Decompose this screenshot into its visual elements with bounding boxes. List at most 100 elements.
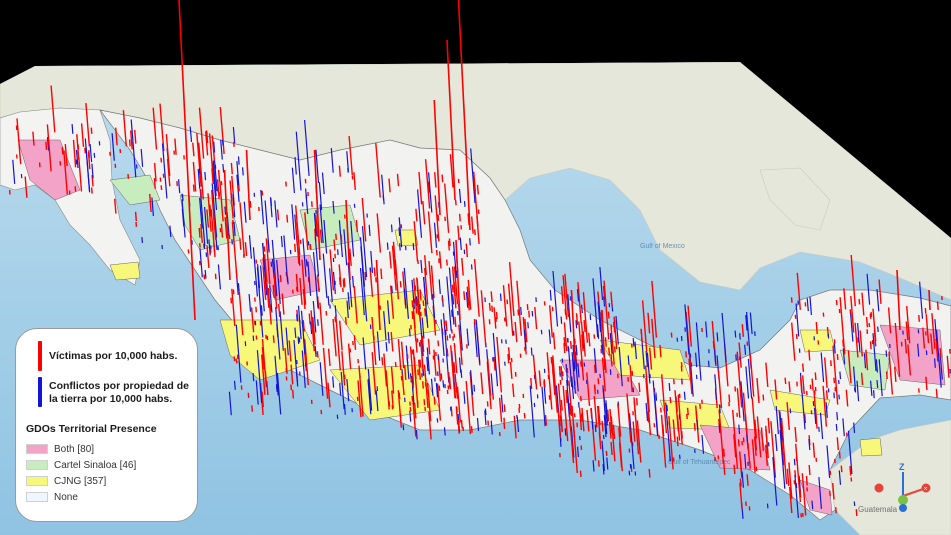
none-swatch <box>26 492 48 502</box>
victims-spike <box>669 397 672 404</box>
victims-spike <box>465 243 468 258</box>
conflict-spike <box>577 446 579 458</box>
conflict-spike <box>836 412 839 421</box>
conflict-spike <box>233 380 236 390</box>
victims-spike <box>503 404 506 412</box>
victims-spike <box>463 291 466 301</box>
conflict-spike <box>252 373 255 382</box>
conflict-spike <box>564 428 567 436</box>
victims-spike <box>762 394 765 401</box>
victims-spike <box>45 141 48 150</box>
victims-spike <box>811 378 814 391</box>
conflict-spike <box>877 326 879 333</box>
conflict-spike <box>853 422 856 433</box>
victims-spike <box>423 399 426 406</box>
victims-spike <box>528 310 530 318</box>
region-cjng <box>859 437 883 457</box>
victims-spike <box>272 284 275 299</box>
victims-spike <box>860 372 864 386</box>
victims-spike <box>422 300 425 307</box>
victims-spike <box>198 227 201 238</box>
legend-item-none: None <box>26 490 78 504</box>
conflict-spike <box>744 344 747 355</box>
victims-spike <box>580 361 582 367</box>
victims-spike <box>676 436 679 447</box>
victims-spike <box>200 231 203 243</box>
victims-spike <box>550 356 553 364</box>
victims-spike <box>355 220 358 233</box>
victims-spike <box>746 474 749 486</box>
victims-spike <box>448 238 451 247</box>
victims-spike <box>563 337 566 347</box>
victims-spike <box>419 289 422 301</box>
conflict-spike <box>696 419 699 430</box>
victims-spike <box>276 209 280 221</box>
z-axis-handle-icon[interactable] <box>899 504 907 512</box>
victims-spike <box>604 337 607 347</box>
victims-spike <box>272 335 275 343</box>
conflict-spike <box>739 333 741 340</box>
conflict-spike <box>198 168 201 175</box>
victims-spike <box>565 389 568 404</box>
victims-spike <box>808 464 811 475</box>
gdo-legend-title: GDOs Territorial Presence <box>26 423 157 435</box>
victims-spike <box>437 340 440 347</box>
victims-spike <box>419 359 422 367</box>
legend-item-sinaloa: Cartel Sinaloa [46] <box>26 458 136 472</box>
victims-spike <box>381 357 384 366</box>
victims-spike <box>802 363 805 372</box>
conflict-spike <box>835 423 838 431</box>
conflict-spike <box>141 237 143 243</box>
conflict-spike <box>573 361 575 372</box>
gulf-of-tehuantepec-label: Gulf of Tehuantepec <box>668 459 731 466</box>
victims-spike <box>364 271 367 281</box>
victims-spike <box>543 379 546 388</box>
victims-spike <box>607 409 610 422</box>
victims-spike <box>344 317 347 325</box>
victims-spike <box>814 372 817 381</box>
victims-spike <box>454 199 457 206</box>
victims-spike <box>490 291 493 303</box>
conflict-spike <box>415 429 418 440</box>
victims-spike <box>613 346 616 353</box>
conflict-label-line1: Conflictos por propiedad de <box>49 380 190 392</box>
conflict-spike <box>734 330 737 338</box>
victims-spike <box>836 354 839 360</box>
victims-spike <box>308 313 311 325</box>
y-axis-handle-icon[interactable] <box>898 495 908 505</box>
victims-spike <box>460 419 463 429</box>
victims-spike <box>249 200 252 208</box>
conflict-spike <box>603 296 606 307</box>
victims-spike <box>90 127 93 134</box>
conflict-spike <box>463 201 466 207</box>
both-swatch <box>26 444 48 454</box>
victims-spike <box>869 341 872 350</box>
victims-spike <box>788 381 791 393</box>
victims-spike <box>858 298 861 305</box>
victims-spike <box>474 229 476 236</box>
victims-spike <box>399 281 402 288</box>
navigation-axes-widget[interactable]: Z × <box>864 458 944 518</box>
victims-spike <box>601 420 604 432</box>
victims-spike <box>686 407 689 416</box>
victims-spike <box>575 313 579 325</box>
conflict-spike <box>793 458 796 466</box>
victims-spike <box>836 437 839 451</box>
conflict-label-line2: la tierra por 10,000 habs. <box>49 393 173 405</box>
victims-label: Víctimas por 10,000 habs. <box>49 350 178 362</box>
victims-spike <box>593 364 596 374</box>
victims-spike <box>424 308 427 317</box>
conflict-spike <box>934 358 936 368</box>
victims-spike <box>230 162 233 175</box>
conflict-spike <box>527 322 529 329</box>
conflict-spike <box>442 380 445 388</box>
victims-spike <box>488 302 491 311</box>
victims-spike <box>453 362 456 374</box>
victims-spike <box>415 208 418 222</box>
victims-spike <box>450 406 453 417</box>
conflict-spike <box>473 384 476 392</box>
negative-x-handle-icon[interactable] <box>874 483 884 493</box>
conflict-spike <box>204 269 207 279</box>
victims-swatch <box>38 341 42 371</box>
victims-spike <box>569 402 572 415</box>
